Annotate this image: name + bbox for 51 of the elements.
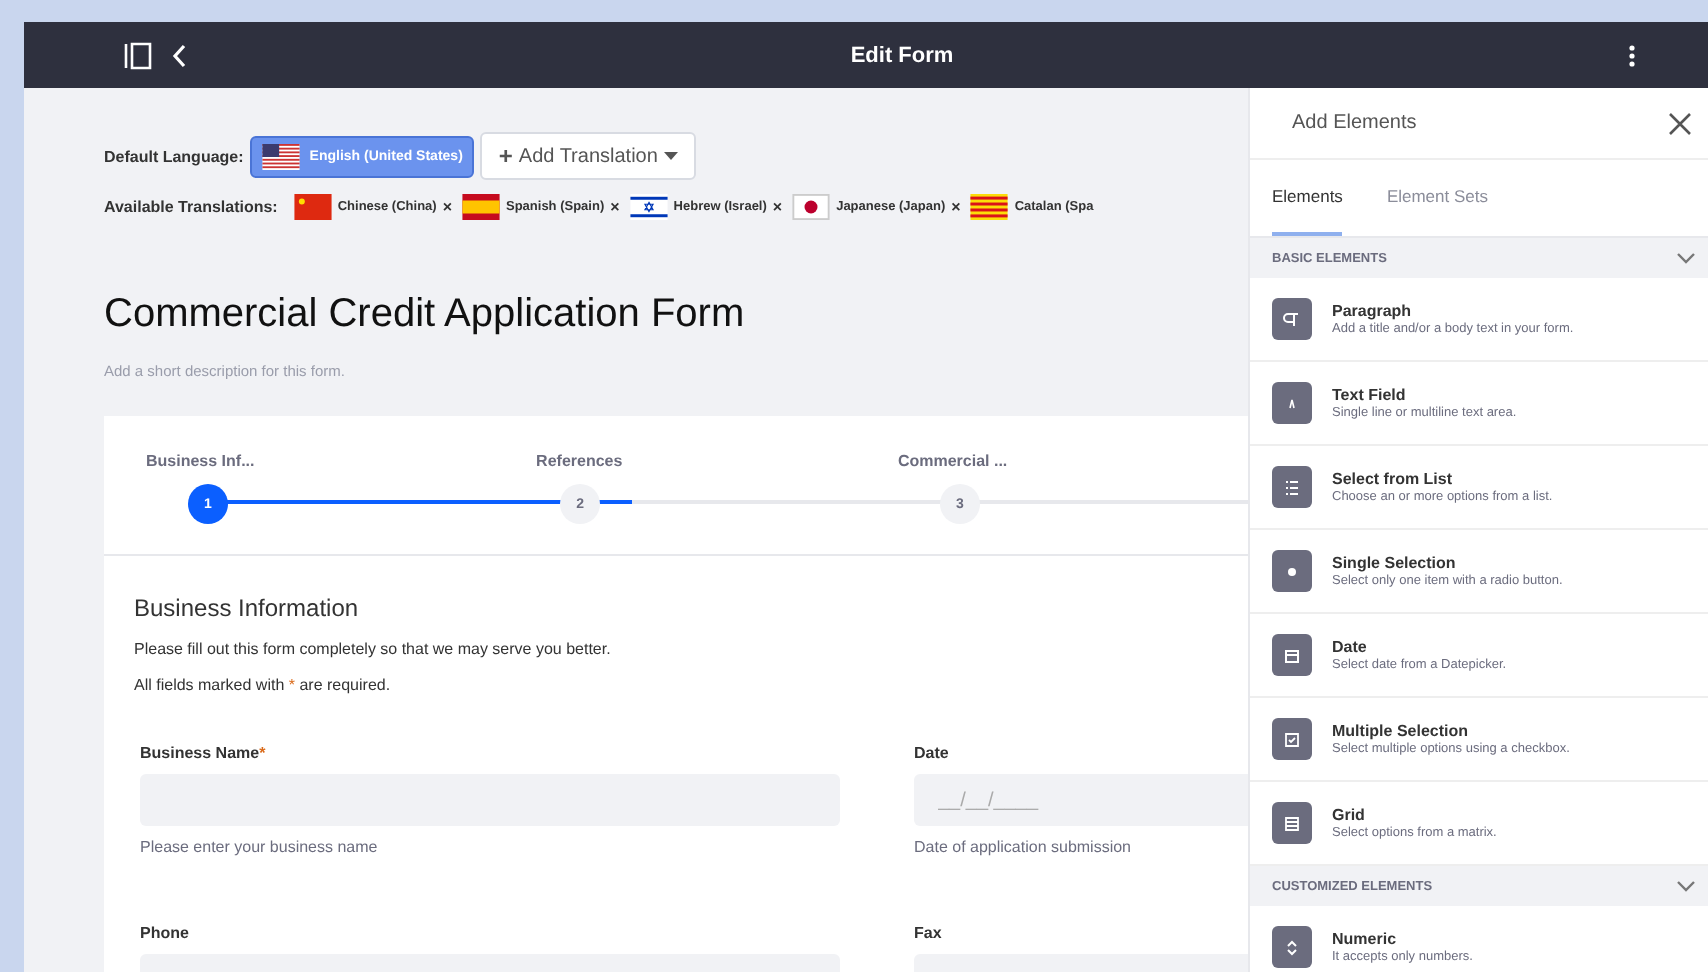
- flag-icon: [970, 194, 1009, 220]
- checkbox-element-icon: [1272, 718, 1312, 760]
- step-label: Commercial ...: [897, 452, 1008, 470]
- sidebar-toggle-icon[interactable]: [124, 41, 152, 69]
- back-icon[interactable]: [172, 43, 188, 67]
- date-element-icon: [1272, 634, 1312, 676]
- element-name: Paragraph: [1332, 302, 1414, 320]
- window-title: Edit Form: [848, 43, 956, 67]
- more-options-icon[interactable]: [1628, 43, 1636, 67]
- caret-icon: [663, 152, 678, 160]
- radio-element-icon: [1272, 550, 1312, 592]
- input-field[interactable]: __/__/____: [914, 774, 1248, 826]
- field-label: Business Name*: [140, 744, 268, 762]
- field-help-text: Please enter your business name: [140, 838, 380, 856]
- remove-translation-icon[interactable]: ×: [772, 198, 783, 216]
- form-title: Commercial Credit Application Form: [104, 292, 747, 338]
- text-element-icon: [1272, 382, 1312, 424]
- flag-icon: [792, 194, 831, 220]
- remove-translation-icon[interactable]: ×: [951, 198, 961, 216]
- element-name: Single Selection: [1332, 554, 1458, 572]
- section-title: Business Information: [134, 594, 361, 622]
- flag-icon: [293, 194, 332, 220]
- element-name: Grid: [1332, 806, 1367, 824]
- element-name: Text Field: [1332, 386, 1408, 404]
- intro-text: Please fill out this form completely so that we may serve you better.: [134, 640, 613, 658]
- step-label: References: [536, 452, 623, 470]
- remove-translation-icon[interactable]: ×: [442, 198, 452, 216]
- remove-translation-icon[interactable]: ×: [610, 198, 620, 216]
- paragraph-element-icon: [1272, 298, 1312, 340]
- default-language-label: Default Language:: [104, 147, 244, 165]
- flag-icon: [462, 194, 500, 220]
- chevron-down-icon: [1676, 880, 1696, 892]
- list-element-icon: [1272, 466, 1312, 508]
- add-translation-button[interactable]: + Add Translation: [480, 132, 696, 180]
- element-name: Date: [1332, 638, 1369, 656]
- field-label: Fax: [914, 924, 944, 942]
- field-help-text: Date of application submission: [914, 838, 1134, 856]
- flag-icon: [261, 143, 300, 169]
- flag-icon: [629, 194, 668, 220]
- field-label: Date: [914, 744, 951, 762]
- required-note: All fields marked with * are required.: [134, 676, 393, 694]
- panel-title: Add Elements: [1292, 112, 1417, 134]
- field-label: Phone: [140, 924, 191, 942]
- element-name: Multiple Selection: [1332, 722, 1471, 740]
- grid-element-icon: [1272, 802, 1312, 844]
- element-name: Numeric: [1332, 930, 1399, 948]
- step-label: Business Inf...: [146, 452, 255, 470]
- available-translations-label: Available Translations:: [104, 198, 278, 216]
- close-icon[interactable]: [1668, 111, 1692, 135]
- element-name: Select from List: [1332, 470, 1455, 488]
- chevron-down-icon: [1676, 252, 1696, 264]
